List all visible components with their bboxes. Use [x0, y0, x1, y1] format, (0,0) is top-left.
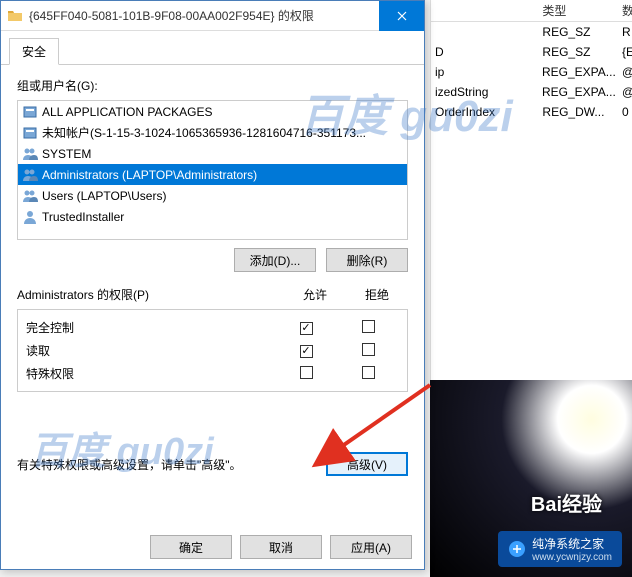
registry-row[interactable]: DREG_SZ{E [431, 42, 632, 62]
col-type: 类型 [538, 0, 618, 21]
site-logo-icon [508, 540, 526, 558]
user-row[interactable]: TrustedInstaller [18, 206, 407, 227]
user-row[interactable]: ALL APPLICATION PACKAGES [18, 101, 407, 122]
reg-type: REG_EXPA... [538, 83, 618, 101]
user-name: 未知帐户(S-1-15-3-1024-1065365936-1281604716… [42, 124, 366, 141]
user-name: ALL APPLICATION PACKAGES [42, 105, 213, 119]
baidu-logo: Bai经验 [531, 488, 602, 517]
user-name: SYSTEM [42, 147, 91, 161]
user-row[interactable]: Administrators (LAPTOP\Administrators) [18, 164, 407, 185]
perm-header-label: Administrators 的权限(P) [17, 286, 284, 303]
user-icon [22, 104, 38, 120]
registry-row[interactable]: izedStringREG_EXPA...@ [431, 82, 632, 102]
user-row[interactable]: 未知帐户(S-1-15-3-1024-1065365936-1281604716… [18, 122, 407, 143]
reg-data: @ [618, 83, 632, 101]
permission-name: 完全控制 [26, 319, 275, 336]
reg-name: izedString [431, 83, 538, 101]
reg-name: D [431, 43, 538, 61]
reg-name: OrderIndex [431, 103, 538, 121]
permissions-header: Administrators 的权限(P) 允许 拒绝 [17, 286, 408, 303]
advanced-text: 有关特殊权限或高级设置，请单击"高级"。 [17, 456, 316, 473]
reg-type: REG_SZ [538, 23, 618, 41]
registry-row[interactable]: OrderIndexREG_DW...0 [431, 102, 632, 122]
deny-checkbox[interactable] [362, 320, 375, 333]
allow-checkbox[interactable] [300, 345, 313, 358]
user-icon [22, 209, 38, 225]
registry-header: 类型 数 [431, 0, 632, 22]
reg-data: R [618, 23, 632, 41]
reg-data: 0 [618, 103, 632, 121]
tab-security[interactable]: 安全 [9, 38, 59, 65]
user-row[interactable]: Users (LAPTOP\Users) [18, 185, 407, 206]
user-icon [22, 125, 38, 141]
titlebar[interactable]: {645FF040-5081-101B-9F08-00AA002F954E} 的… [1, 1, 424, 31]
allow-checkbox[interactable] [300, 366, 313, 379]
registry-row[interactable]: REG_SZR [431, 22, 632, 42]
close-button[interactable] [379, 1, 424, 31]
dialog-buttons: 确定 取消 应用(A) [150, 535, 412, 559]
permissions-dialog: {645FF040-5081-101B-9F08-00AA002F954E} 的… [0, 0, 425, 570]
reg-type: REG_SZ [538, 43, 618, 61]
site-logo: 纯净系统之家 www.ycwnjzy.com [498, 531, 622, 567]
advanced-row: 有关特殊权限或高级设置，请单击"高级"。 高级(V) [17, 452, 408, 476]
advanced-button[interactable]: 高级(V) [326, 452, 408, 476]
permission-row: 特殊权限 [18, 362, 407, 385]
user-icon [22, 167, 38, 183]
col-data: 数 [618, 0, 632, 21]
perm-header-deny: 拒绝 [346, 286, 408, 303]
window-title: {645FF040-5081-101B-9F08-00AA002F954E} 的… [29, 7, 379, 24]
deny-checkbox[interactable] [362, 343, 375, 356]
user-name: TrustedInstaller [42, 210, 124, 224]
tab-strip: 安全 [1, 31, 424, 64]
site-logo-url: www.ycwnjzy.com [532, 552, 612, 563]
permission-row: 完全控制 [18, 316, 407, 339]
apply-button[interactable]: 应用(A) [330, 535, 412, 559]
reg-data: {E [618, 43, 632, 61]
user-row[interactable]: SYSTEM [18, 143, 407, 164]
permission-name: 读取 [26, 342, 275, 359]
reg-type: REG_EXPA... [538, 63, 618, 81]
reg-name: ip [431, 63, 538, 81]
registry-row[interactable]: ipREG_EXPA...@ [431, 62, 632, 82]
remove-button[interactable]: 删除(R) [326, 248, 408, 272]
cancel-button[interactable]: 取消 [240, 535, 322, 559]
groups-label: 组或用户名(G): [17, 77, 408, 94]
folder-icon [7, 8, 23, 24]
add-button[interactable]: 添加(D)... [234, 248, 316, 272]
permissions-box: 完全控制读取特殊权限 [17, 309, 408, 392]
reg-type: REG_DW... [538, 103, 618, 121]
ok-button[interactable]: 确定 [150, 535, 232, 559]
user-name: Administrators (LAPTOP\Administrators) [42, 168, 257, 182]
permission-name: 特殊权限 [26, 365, 275, 382]
security-tab-page: 组或用户名(G): ALL APPLICATION PACKAGES 未知帐户(S… [1, 64, 424, 519]
reg-name [431, 30, 538, 34]
site-logo-name: 纯净系统之家 [532, 537, 604, 551]
user-icon [22, 146, 38, 162]
perm-header-allow: 允许 [284, 286, 346, 303]
permission-row: 读取 [18, 339, 407, 362]
reg-data: @ [618, 63, 632, 81]
deny-checkbox[interactable] [362, 366, 375, 379]
user-name: Users (LAPTOP\Users) [42, 189, 166, 203]
allow-checkbox[interactable] [300, 322, 313, 335]
user-list[interactable]: ALL APPLICATION PACKAGES 未知帐户(S-1-15-3-10… [17, 100, 408, 240]
user-buttons: 添加(D)... 删除(R) [17, 248, 408, 272]
user-icon [22, 188, 38, 204]
